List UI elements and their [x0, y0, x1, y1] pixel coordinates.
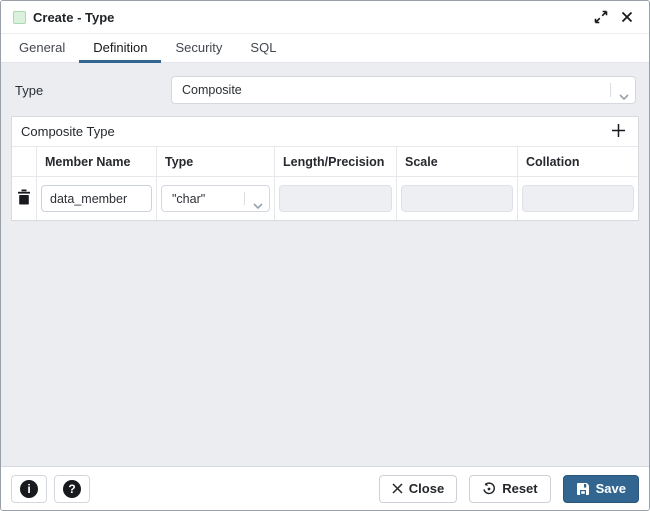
help-icon: ?: [63, 480, 81, 498]
expand-icon[interactable]: [591, 7, 611, 27]
type-select[interactable]: Composite: [171, 76, 636, 104]
collation-input: [522, 185, 634, 212]
trash-icon: [17, 189, 31, 208]
grid-header-actions: [12, 147, 37, 177]
grid-header-type: Type: [157, 147, 275, 177]
reset-icon: [482, 482, 502, 496]
panel-title: Composite Type: [21, 124, 607, 139]
tab-sql[interactable]: SQL: [236, 34, 290, 63]
tab-definition[interactable]: Definition: [79, 34, 161, 63]
type-label: Type: [15, 83, 171, 98]
grid-header-scale: Scale: [397, 147, 518, 177]
member-name-cell: [37, 177, 157, 220]
chevron-down-icon: [619, 87, 629, 105]
save-floppy-icon: [576, 482, 596, 496]
composite-type-grid: Member Name Type Length/Precision Scale …: [12, 147, 638, 220]
row-actions-cell: [12, 177, 37, 220]
info-icon: i: [20, 480, 38, 498]
dialog-footer: i ? Close Reset: [1, 466, 649, 510]
length-precision-input: [279, 185, 392, 212]
close-button-label: Close: [409, 481, 444, 496]
reset-button-label: Reset: [502, 481, 537, 496]
type-field-row: Type Composite: [15, 76, 636, 104]
grid-header-member-name: Member Name: [37, 147, 157, 177]
composite-type-header: Composite Type: [12, 117, 638, 147]
dialog-title: Create - Type: [33, 10, 591, 25]
select-separator: [244, 192, 245, 205]
composite-type-panel: Composite Type Member Name Type Length/P…: [11, 116, 639, 221]
grid-header-collation: Collation: [518, 147, 638, 177]
close-button[interactable]: Close: [379, 475, 457, 503]
chevron-down-icon: [253, 196, 263, 214]
tab-general[interactable]: General: [5, 34, 79, 63]
save-button-label: Save: [596, 481, 626, 496]
scale-cell: [397, 177, 518, 220]
dialog-titlebar: Create - Type: [1, 1, 649, 34]
grid-header-row: Member Name Type Length/Precision Scale …: [12, 147, 638, 177]
type-object-icon: [13, 11, 26, 24]
scale-input: [401, 185, 513, 212]
grid-header-length-precision: Length/Precision: [275, 147, 397, 177]
plus-icon: [611, 123, 626, 141]
tab-bar: General Definition Security SQL: [1, 34, 649, 63]
member-type-cell: "char": [157, 177, 275, 220]
member-type-select[interactable]: "char": [161, 185, 270, 212]
sql-help-button[interactable]: i: [11, 475, 47, 503]
member-type-value: "char": [172, 192, 205, 206]
delete-row-button[interactable]: [15, 190, 33, 208]
length-precision-cell: [275, 177, 397, 220]
type-select-value: Composite: [182, 83, 242, 97]
reset-button[interactable]: Reset: [469, 475, 550, 503]
collation-cell: [518, 177, 638, 220]
tab-security[interactable]: Security: [161, 34, 236, 63]
close-icon[interactable]: [617, 7, 637, 27]
select-separator: [610, 83, 611, 97]
definition-tab-content: Type Composite Composite Type: [1, 63, 649, 466]
add-row-button[interactable]: [607, 121, 629, 143]
table-row: "char": [12, 177, 638, 220]
dialog-help-button[interactable]: ?: [54, 475, 90, 503]
close-x-icon: [392, 483, 409, 494]
create-type-dialog: Create - Type General Definition Securit…: [0, 0, 650, 511]
member-name-input[interactable]: [41, 185, 152, 212]
save-button[interactable]: Save: [563, 475, 639, 503]
